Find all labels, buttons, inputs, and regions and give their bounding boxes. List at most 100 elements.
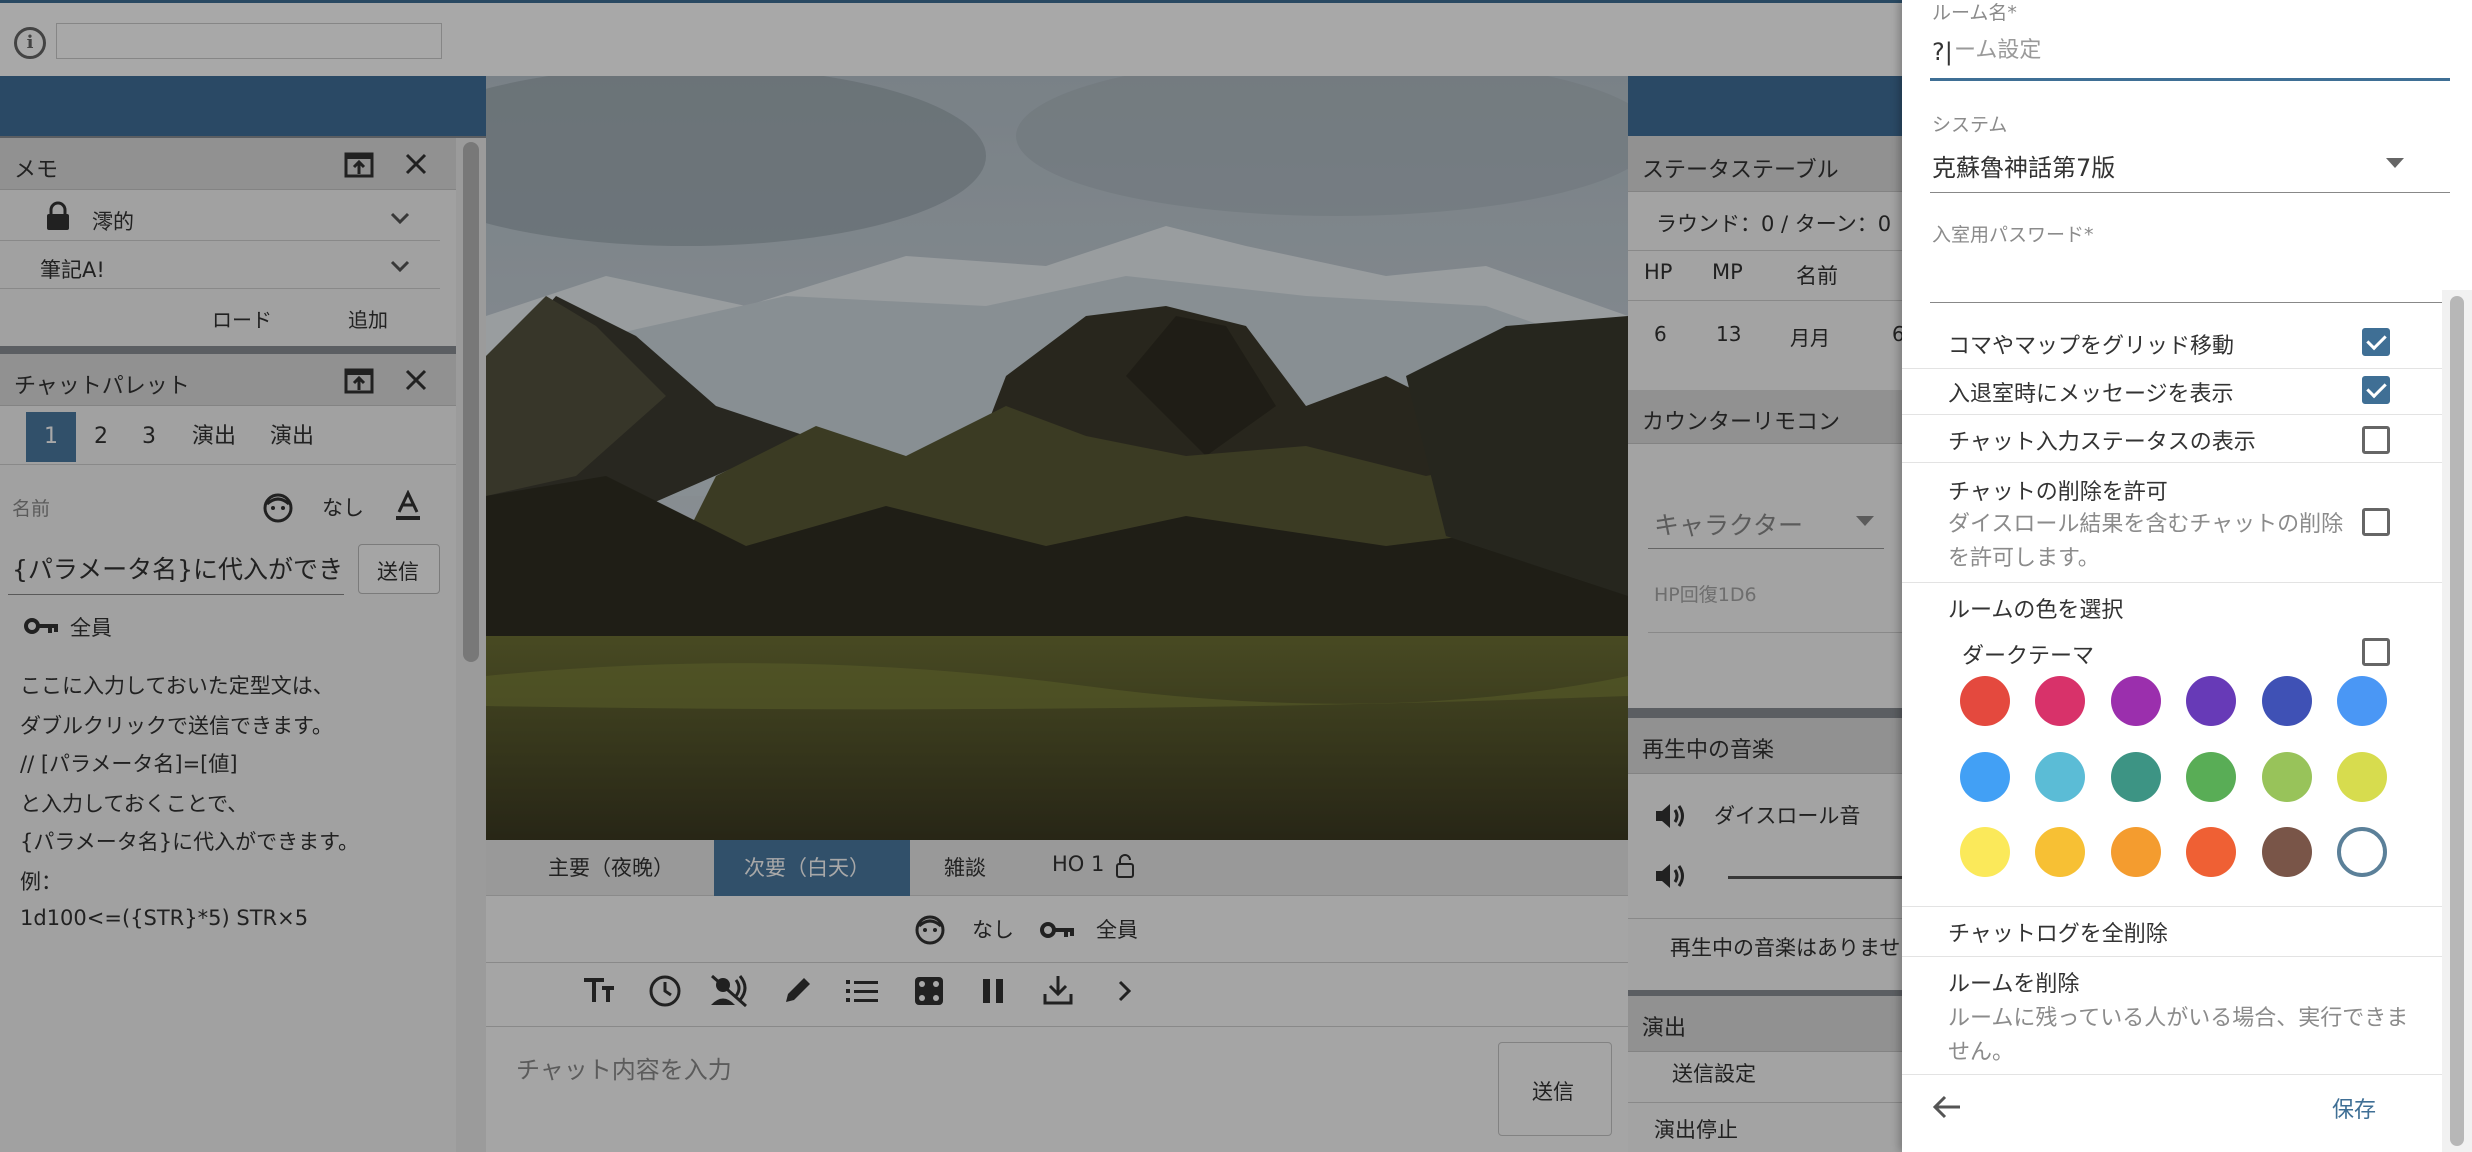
chevron-down-icon[interactable] (390, 212, 410, 226)
palette-tab-2[interactable]: 2 (76, 412, 126, 462)
palette-text-line[interactable]: ここに入力しておいた定型文は、 (20, 670, 334, 700)
volume-icon[interactable] (1654, 862, 1686, 890)
chat-area: 主要（夜晚） 次要（白天） 雑談 HO 1 なし 全員 チャット内容を入力 送信 (486, 840, 1628, 1152)
chat-status-checkbox[interactable] (2362, 426, 2390, 454)
pause-icon[interactable] (982, 978, 1004, 1004)
memo-scrollbar-thumb[interactable] (463, 142, 479, 662)
palette-input[interactable]: {パラメータ名}に代入ができま (12, 550, 342, 586)
download-icon[interactable] (1042, 974, 1074, 1006)
room-title-field[interactable] (56, 23, 442, 59)
color-swatch[interactable] (1960, 676, 2010, 726)
color-swatch[interactable] (2035, 676, 2086, 726)
color-swatch[interactable] (2186, 751, 2237, 802)
color-swatch[interactable] (2035, 827, 2086, 877)
pencil-icon[interactable] (782, 974, 814, 1006)
status-cell[interactable]: 6 (1654, 322, 1667, 346)
color-swatch[interactable] (2186, 676, 2237, 726)
effect-send-settings[interactable]: 送信設定 (1672, 1058, 1756, 1088)
effect-stop[interactable]: 演出停止 (1654, 1114, 1738, 1144)
caret-down-icon[interactable] (2386, 158, 2404, 168)
memo-panel: メモ 澪的 筆記A! ロード 追加 (0, 138, 456, 346)
clock-icon[interactable] (648, 974, 682, 1008)
voice-off-icon[interactable] (710, 974, 748, 1008)
delete-chat-desc: ダイスロール結果を含むチャットの削除 (1948, 512, 2344, 537)
key-icon[interactable] (24, 616, 60, 636)
color-swatch[interactable] (2337, 676, 2387, 726)
popout-icon[interactable] (344, 150, 374, 178)
delete-room-button[interactable]: ルームを削除 (1948, 966, 2079, 998)
chat-tab[interactable]: 主要（夜晚） (548, 852, 674, 882)
column-header-mp[interactable]: MP (1712, 260, 1743, 284)
system-select[interactable]: 克蘇魯神話第7版 (1932, 148, 2115, 183)
dice-icon[interactable] (914, 976, 944, 1006)
close-icon[interactable] (404, 368, 428, 392)
enter-message-checkbox[interactable] (2362, 376, 2390, 404)
chat-input[interactable]: チャット内容を入力 (516, 1050, 732, 1085)
color-swatch[interactable] (2110, 827, 2161, 877)
password-input[interactable] (1930, 248, 2450, 304)
face-icon[interactable] (914, 914, 946, 946)
map-background-image[interactable] (486, 76, 1628, 840)
character-select[interactable]: キャラクター (1654, 506, 1803, 542)
palette-text-line[interactable]: ダブルクリックで送信できます。 (20, 710, 333, 740)
memo-item-label[interactable]: 筆記A! (40, 254, 105, 284)
key-icon[interactable] (1040, 920, 1076, 940)
drawer-scrollbar-thumb[interactable] (2450, 296, 2464, 1146)
popout-icon[interactable] (344, 366, 374, 394)
memo-add-button[interactable]: 追加 (348, 304, 388, 333)
memo-item-label[interactable]: 澪的 (92, 206, 134, 236)
room-name-input[interactable]: ?| (1932, 38, 1953, 66)
palette-tab-1[interactable]: 1 (26, 412, 76, 462)
chat-palette-panel: チャットパレット 1 2 3 演出 演出 名前 なし {パラメータ名}に代入がで… (0, 354, 456, 1152)
grid-move-checkbox[interactable] (2362, 328, 2390, 356)
chat-tab[interactable]: HO 1 (1052, 852, 1104, 876)
text-color-icon[interactable] (394, 490, 422, 522)
dark-theme-checkbox[interactable] (2362, 638, 2390, 666)
chevron-right-icon[interactable] (1118, 980, 1132, 1002)
column-header-hp[interactable]: HP (1644, 260, 1672, 284)
list-icon[interactable] (846, 978, 878, 1004)
password-label: 入室用パスワード* (1932, 224, 2094, 246)
color-swatch[interactable] (2110, 751, 2161, 802)
system-label: システム (1932, 114, 2008, 136)
status-cell[interactable]: 月月 (1790, 322, 1830, 351)
palette-text-line[interactable]: {パラメータ名}に代入ができます。 (20, 826, 359, 856)
color-swatch[interactable] (2337, 751, 2387, 802)
color-swatch[interactable] (2035, 751, 2086, 802)
chevron-down-icon[interactable] (390, 260, 410, 274)
clear-chat-log-button[interactable]: チャットログを全削除 (1948, 916, 2168, 948)
palette-text-line[interactable]: 1d100<=({STR}*5) STR×5 (20, 906, 308, 930)
chat-tab[interactable]: 雑談 (944, 852, 986, 882)
palette-text-line[interactable]: と入力しておくことで、 (20, 788, 248, 818)
column-header-name[interactable]: 名前 (1796, 260, 1838, 290)
palette-tab-3[interactable]: 3 (124, 412, 174, 462)
caret-down-icon[interactable] (1856, 516, 1874, 526)
color-swatch[interactable] (2261, 676, 2312, 726)
color-swatch[interactable] (2261, 827, 2312, 877)
color-swatch[interactable] (2261, 751, 2312, 802)
font-size-icon[interactable] (582, 976, 616, 1006)
effect-panel: 演出 送信設定 演出停止 (1628, 996, 1902, 1152)
palette-tab-effect[interactable]: 演出 (264, 412, 320, 462)
face-icon[interactable] (262, 492, 294, 524)
save-button[interactable]: 保存 (2332, 1092, 2376, 1124)
close-icon[interactable] (404, 152, 428, 176)
color-swatch[interactable] (2186, 827, 2237, 877)
volume-icon[interactable] (1654, 802, 1686, 830)
color-swatch[interactable] (1960, 827, 2010, 877)
chat-tab[interactable]: 次要（白天） (744, 852, 870, 882)
palette-text-line[interactable]: 例： (20, 866, 62, 896)
memo-load-button[interactable]: ロード (212, 304, 272, 333)
color-swatch[interactable] (2337, 827, 2387, 877)
color-swatch[interactable] (2110, 676, 2161, 726)
palette-tab-effect[interactable]: 演出 (186, 412, 242, 462)
room-settings-drawer: ルーム名* ルーム設定 ?| システム 克蘇魯神話第7版 入室用パスワード* コ… (1902, 0, 2472, 1152)
palette-text-line[interactable]: // [パラメータ名]=[値] (20, 748, 238, 778)
delete-chat-checkbox[interactable] (2362, 508, 2390, 536)
info-icon[interactable]: i (14, 27, 46, 59)
volume-slider[interactable] (1728, 876, 1902, 879)
name-field-placeholder[interactable]: 名前 (12, 494, 50, 521)
status-cell[interactable]: 13 (1716, 322, 1741, 346)
color-swatch[interactable] (1960, 751, 2010, 802)
back-arrow-icon[interactable] (1932, 1094, 1962, 1120)
